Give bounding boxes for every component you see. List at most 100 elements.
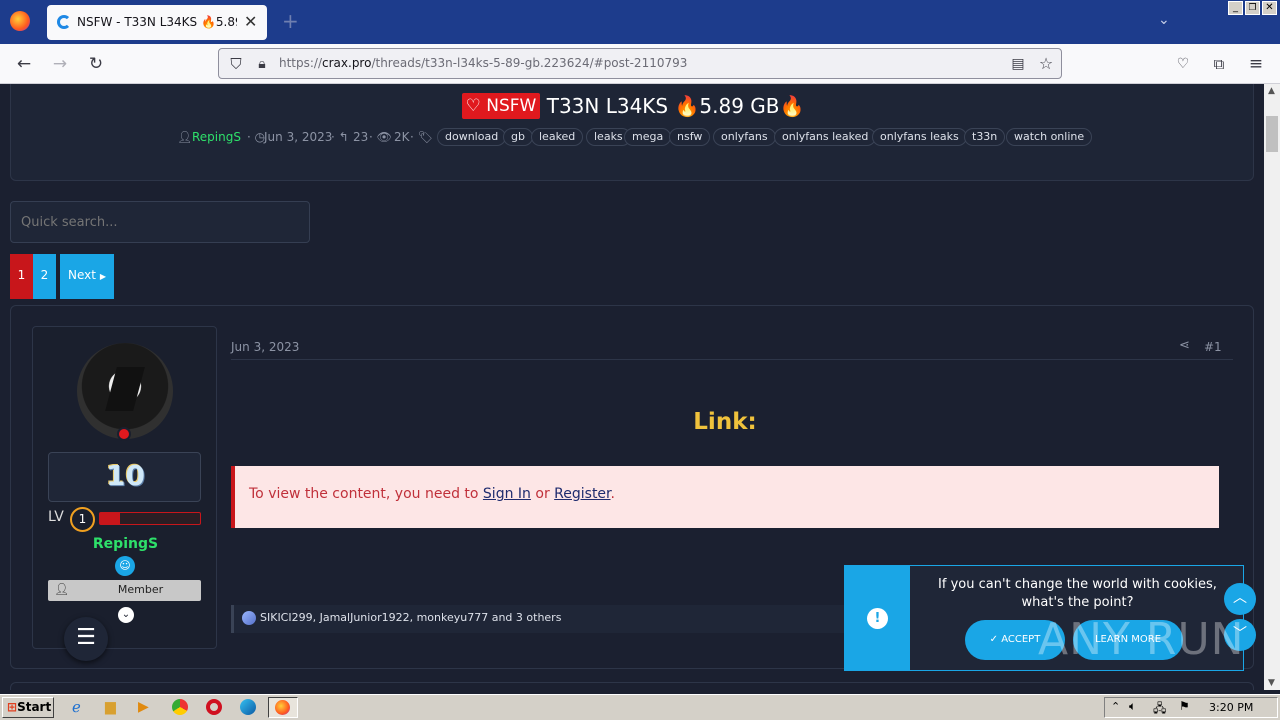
- notice-period: .: [610, 486, 615, 502]
- page-scrollbar[interactable]: ▲ ▼: [1264, 84, 1280, 690]
- register-link[interactable]: Register: [554, 486, 610, 502]
- tag-item[interactable]: onlyfans: [713, 128, 776, 146]
- extensions-icon[interactable]: ⧉: [1208, 54, 1230, 74]
- firefox-menu-icon[interactable]: [10, 11, 30, 31]
- check-icon: ✓: [989, 634, 999, 645]
- link-heading: Link:: [693, 409, 757, 435]
- new-tab-icon[interactable]: +: [282, 9, 299, 33]
- post-date[interactable]: Jun 3, 2023: [231, 340, 299, 354]
- windows-taskbar: ⊞Start ℯ ▆ ▶ ⌃ 🔈︎ 🖧 ⚑ 3:20 PM: [0, 694, 1280, 720]
- address-bar[interactable]: ⛉ 🔒︎ https://crax.pro/threads/t33n-l34ks…: [218, 48, 1062, 79]
- username[interactable]: RepingS: [33, 536, 218, 552]
- start-label: Start: [17, 700, 52, 714]
- page-1-button[interactable]: 1: [10, 254, 33, 299]
- user-sidebar: 10 LV 1 RepingS ☺ 👤︎ Member ⌄: [32, 326, 217, 649]
- member-role-badge: 👤︎ Member: [48, 580, 201, 601]
- opera-icon[interactable]: [206, 699, 222, 715]
- reply-icon: · ↰: [331, 130, 349, 144]
- trophy-badge-number: 10: [106, 459, 145, 492]
- back-icon[interactable]: ←: [13, 54, 35, 74]
- thread-header: ♡ NSFW T33N L34KS 🔥5.89 GB🔥 👤︎ RepingS ·…: [10, 84, 1254, 181]
- start-button[interactable]: ⊞Start: [2, 697, 54, 718]
- tab-title: NSFW - T33N L34KS 🔥5.89 GB🔥: [77, 15, 237, 29]
- sign-in-link[interactable]: Sign In: [483, 486, 531, 502]
- tag-item[interactable]: watch online: [1006, 128, 1093, 146]
- scroll-up-arrow-icon[interactable]: ▲: [1268, 86, 1275, 96]
- flag-icon[interactable]: ⚑: [1179, 699, 1190, 713]
- scroll-top-button[interactable]: ︿: [1224, 583, 1256, 615]
- url-prefix: https://: [279, 56, 323, 70]
- tag-item[interactable]: nsfw: [669, 128, 711, 146]
- firefox-taskbar-icon: [275, 700, 290, 715]
- tab-bar: NSFW - T33N L34KS 🔥5.89 GB🔥 ✕ + ⌄ _ ❐ ✕: [0, 0, 1280, 44]
- close-window-icon[interactable]: ✕: [1262, 1, 1277, 15]
- reader-view-icon[interactable]: ▤: [1007, 54, 1029, 74]
- tag-item[interactable]: leaked: [531, 128, 584, 146]
- pocket-icon[interactable]: ♡: [1172, 54, 1194, 74]
- network-icon[interactable]: 🖧: [1153, 699, 1166, 720]
- share-icon[interactable]: ⋖: [1179, 338, 1190, 353]
- tag-item[interactable]: download: [437, 128, 507, 146]
- forward-icon[interactable]: →: [49, 54, 71, 74]
- firefox-taskbar-button[interactable]: [268, 697, 298, 718]
- next-page-button[interactable]: Next ▶: [60, 254, 114, 299]
- tab-favicon-icon: [57, 15, 71, 29]
- notice-text: To view the content, you need to: [249, 486, 479, 502]
- nsfw-prefix-badge[interactable]: ♡ NSFW: [461, 93, 541, 119]
- chrome-icon[interactable]: [172, 699, 188, 715]
- url-text[interactable]: https://crax.pro/threads/t33n-l34ks-5-89…: [279, 56, 687, 71]
- reload-icon[interactable]: ↻: [85, 54, 107, 74]
- online-status-icon: [117, 427, 131, 441]
- tag-item[interactable]: t33n: [964, 128, 1006, 146]
- clock-icon: · ◷: [247, 130, 266, 144]
- tab-list-icon[interactable]: ⌄: [1158, 12, 1170, 28]
- lock-icon[interactable]: 🔒︎: [251, 54, 273, 74]
- expand-user-info-button[interactable]: ⌄: [118, 607, 134, 623]
- page-2-button[interactable]: 2: [33, 254, 56, 299]
- accept-label: ACCEPT: [1001, 634, 1041, 645]
- edge-icon[interactable]: [240, 699, 256, 715]
- explorer-icon[interactable]: ▆: [105, 699, 116, 715]
- level-badge: 1: [70, 507, 95, 532]
- thread-views: 2K: [394, 130, 410, 144]
- tag-item[interactable]: mega: [624, 128, 672, 146]
- tab-active[interactable]: NSFW - T33N L34KS 🔥5.89 GB🔥 ✕: [47, 5, 267, 40]
- bookmark-star-icon[interactable]: ☆: [1035, 54, 1057, 74]
- avatar[interactable]: [77, 343, 173, 439]
- media-player-icon[interactable]: ▶: [138, 699, 149, 715]
- ie-icon[interactable]: ℯ: [72, 698, 81, 716]
- minimize-icon[interactable]: _: [1228, 1, 1243, 15]
- post-number[interactable]: #1: [1204, 340, 1222, 354]
- url-path: /threads/t33n-l34ks-5-89-gb.223624/#post…: [371, 56, 688, 70]
- tag-item[interactable]: onlyfans leaks: [872, 128, 967, 146]
- exclamation-icon: !: [867, 608, 888, 629]
- shield-icon[interactable]: ⛉: [225, 54, 247, 74]
- cookie-message-line1: If you can't change the world with cooki…: [938, 577, 1217, 592]
- floating-menu-button[interactable]: ☰: [64, 617, 108, 661]
- user-rank-icon: ☺: [115, 556, 135, 576]
- eye-icon: · 👁︎: [369, 130, 392, 144]
- thread-date[interactable]: Jun 3, 2023: [264, 130, 332, 144]
- watermark-text: ANY RUN: [1038, 614, 1245, 665]
- clock-time[interactable]: 3:20 PM: [1209, 701, 1253, 714]
- cookie-alert-panel: !: [845, 566, 910, 670]
- maximize-icon[interactable]: ❐: [1245, 1, 1260, 15]
- thread-title-text: T33N L34KS 🔥5.89 GB🔥: [546, 94, 805, 118]
- scroll-down-arrow-icon[interactable]: ▼: [1268, 678, 1275, 688]
- next-label: Next: [68, 268, 96, 282]
- thread-title: ♡ NSFW T33N L34KS 🔥5.89 GB🔥: [11, 93, 1255, 119]
- anyrun-watermark: ANY RUN: [1038, 614, 1245, 665]
- quick-search-input[interactable]: [10, 201, 310, 243]
- reactions-text[interactable]: SIKICI299, JamalJunior1922, monkeyu777 a…: [260, 611, 561, 624]
- reactions-bar[interactable]: SIKICI299, JamalJunior1922, monkeyu777 a…: [231, 605, 851, 633]
- volume-icon[interactable]: 🔈︎: [1129, 699, 1136, 714]
- thread-author[interactable]: RepingS: [192, 130, 241, 144]
- windows-logo-icon: ⊞: [7, 700, 18, 714]
- scrollbar-thumb[interactable]: [1266, 116, 1278, 152]
- tag-item[interactable]: gb: [503, 128, 533, 146]
- tab-close-icon[interactable]: ✕: [244, 12, 257, 31]
- tags-icon: · 🏷︎: [410, 130, 433, 144]
- app-menu-icon[interactable]: ≡: [1245, 54, 1267, 74]
- tray-expand-icon[interactable]: ⌃: [1111, 700, 1120, 713]
- tag-item[interactable]: onlyfans leaked: [774, 128, 877, 146]
